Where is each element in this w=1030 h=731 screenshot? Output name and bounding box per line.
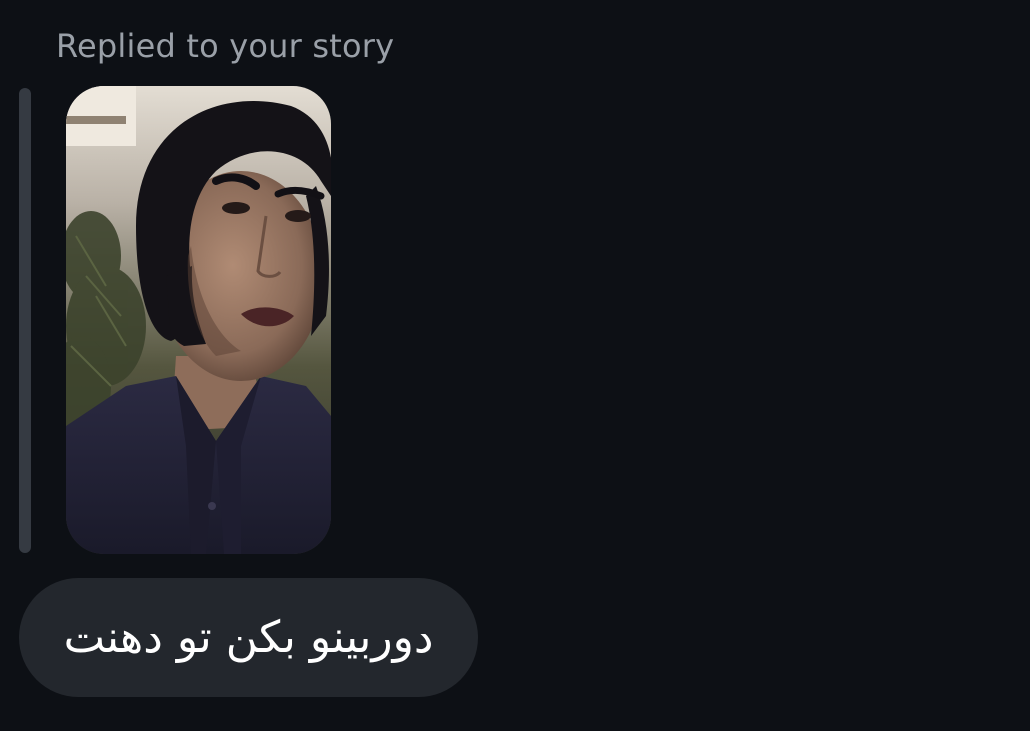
message-text: دوربینو بکن تو دهنت [63, 612, 434, 663]
reply-header: Replied to your story [56, 27, 395, 65]
story-photo-icon [66, 86, 331, 554]
quote-bar [19, 88, 31, 553]
message-bubble[interactable]: دوربینو بکن تو دهنت [19, 578, 478, 697]
story-thumbnail[interactable] [66, 86, 331, 554]
